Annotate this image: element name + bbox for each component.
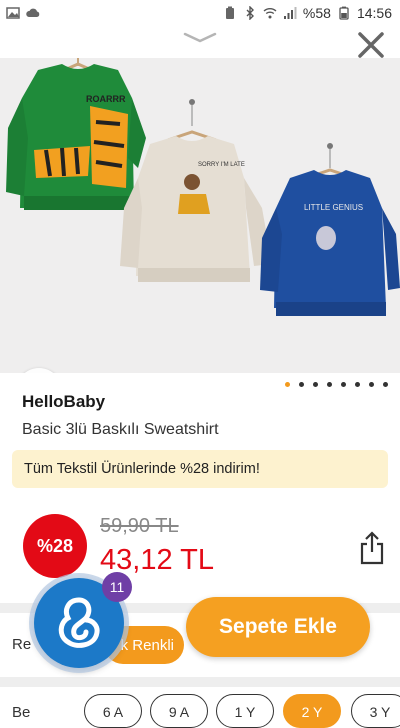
share-icon[interactable] (358, 530, 386, 566)
product-brand[interactable]: HelloBaby (22, 392, 105, 412)
old-price: 59,90 TL (100, 515, 179, 537)
green-shirt-print-text: ROARRR (86, 94, 126, 104)
pager-dot[interactable] (299, 382, 304, 387)
image-pager (285, 382, 388, 387)
gallery-icon (6, 7, 20, 19)
blue-shirt-print-text: LITTLE GENIUS (304, 203, 363, 212)
promo-banner: Tüm Tekstil Ürünlerinde %28 indirim! (12, 450, 388, 488)
assistant-notification-badge: 11 (102, 572, 132, 602)
battery-saver-icon (225, 6, 234, 19)
pager-dot[interactable] (341, 382, 346, 387)
battery-icon (339, 6, 349, 20)
size-option-3y[interactable]: 3 Y (351, 694, 400, 728)
size-option-1y[interactable]: 1 Y (216, 694, 274, 728)
pager-dot[interactable] (313, 382, 318, 387)
battery-percent: %58 (302, 5, 331, 21)
pager-dot[interactable] (327, 382, 332, 387)
chevron-down-icon[interactable] (183, 30, 217, 46)
size-option-2y[interactable]: 2 Y (283, 694, 341, 728)
status-bar: %58 14:56 (0, 0, 400, 28)
beige-shirt-print-text: SORRY I'M LATE (198, 162, 245, 168)
pager-dot[interactable] (383, 382, 388, 387)
product-photo: ROARRR SORRY I'M LATE LITTLE GENIUS (6, 58, 400, 316)
product-title: Basic 3lü Baskılı Sweatshirt (22, 421, 219, 438)
pager-dot[interactable] (369, 382, 374, 387)
size-option-9a[interactable]: 9 A (150, 694, 208, 728)
pager-dot[interactable] (285, 382, 290, 387)
pager-dot[interactable] (355, 382, 360, 387)
discount-badge: %28 (23, 514, 87, 578)
add-to-cart-button[interactable]: Sepete Ekle (186, 597, 370, 657)
wifi-icon (263, 8, 277, 19)
section-divider (0, 677, 400, 687)
signal-icon (283, 7, 297, 19)
assistant-logo-icon (58, 597, 100, 648)
size-label: Be (12, 704, 31, 721)
size-option-6a[interactable]: 6 A (84, 694, 142, 728)
cloud-icon (26, 8, 40, 17)
sheet-header (0, 28, 400, 58)
bluetooth-icon (246, 6, 254, 20)
color-label: Re (12, 636, 32, 653)
clock: 14:56 (356, 5, 392, 21)
promo-text: Tüm Tekstil Ürünlerinde %28 indirim! (24, 461, 260, 477)
product-image[interactable]: ROARRR SORRY I'M LATE LITTLE GENIUS (0, 58, 400, 373)
